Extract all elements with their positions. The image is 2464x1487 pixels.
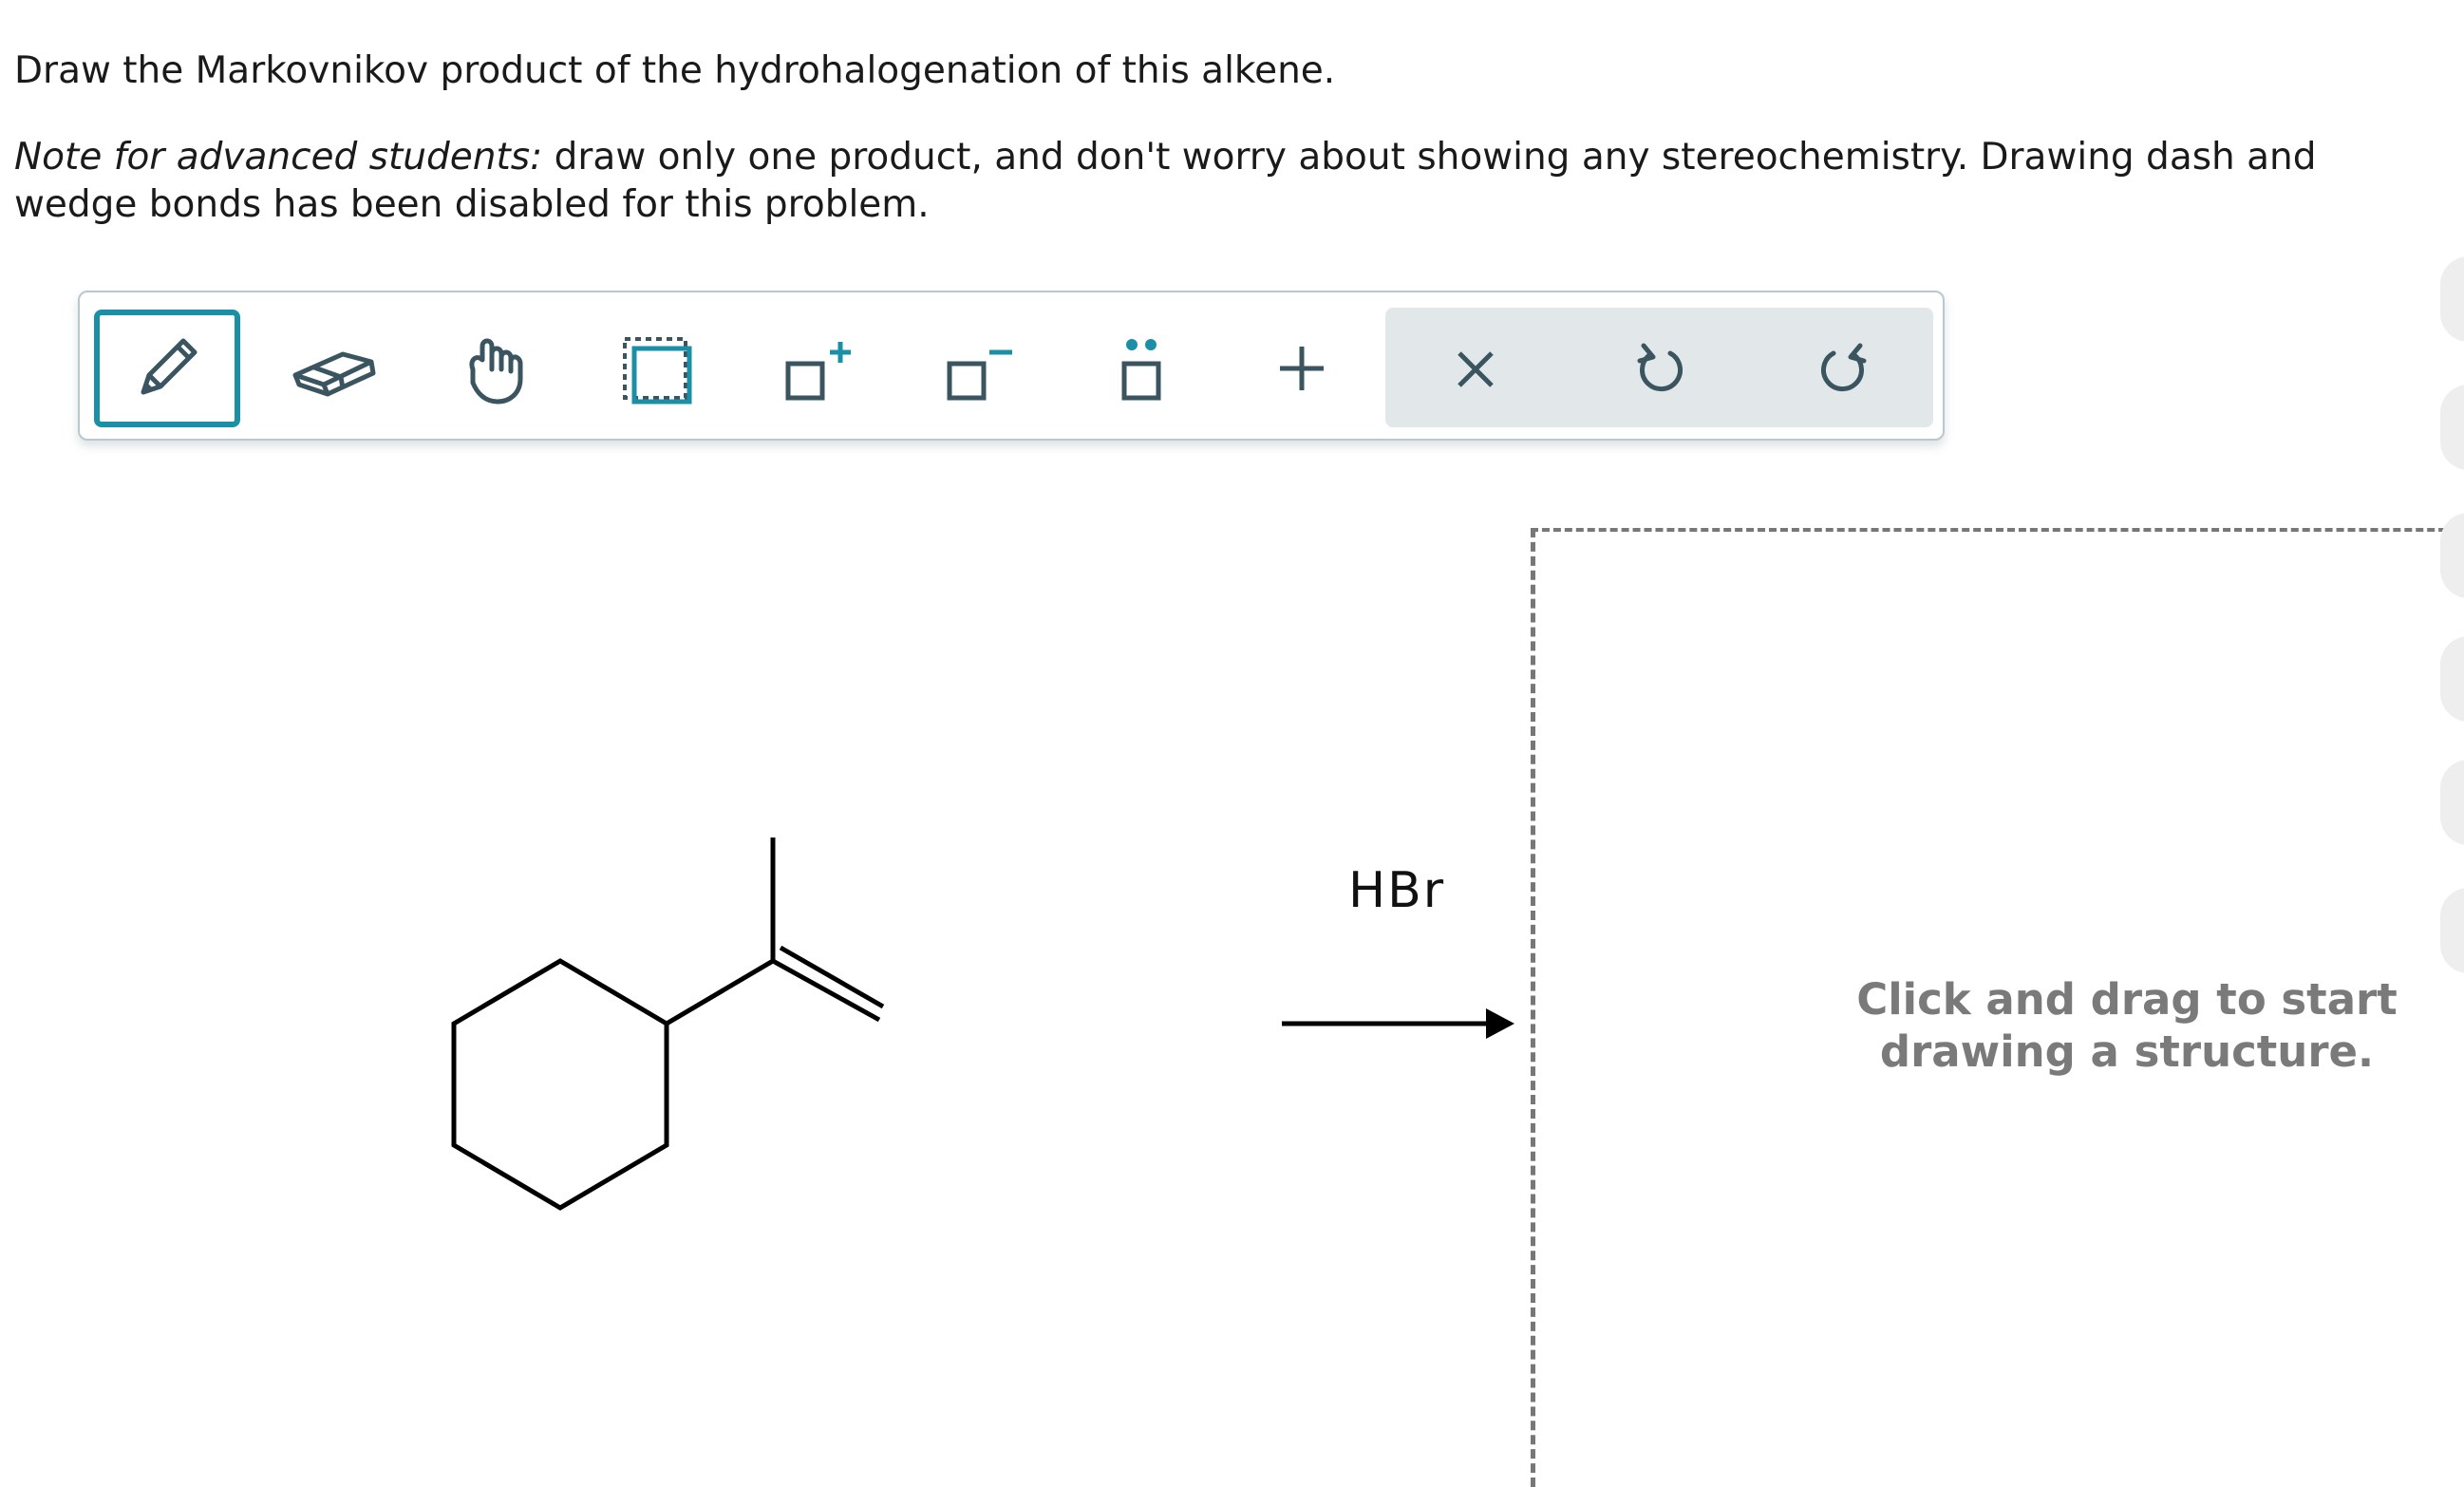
hand-icon [469, 338, 523, 405]
redo-icon [1821, 343, 1867, 392]
negative-charge-icon [947, 349, 1012, 401]
alkene-structure [451, 838, 885, 1211]
plus-icon [1280, 347, 1324, 390]
side-panel-tab[interactable] [2440, 385, 2464, 470]
plus-tool-button[interactable] [1229, 310, 1375, 427]
pencil-tool-button[interactable] [94, 310, 240, 427]
advanced-note: Note for advanced students: draw only on… [14, 134, 2445, 229]
redo-button[interactable] [1771, 309, 1917, 426]
question-prompt: Draw the Markovnikov product of the hydr… [14, 49, 1336, 92]
canvas-hint: Click and drag to start drawing a struct… [1856, 974, 2398, 1077]
undo-button[interactable] [1587, 309, 1733, 426]
select-tool-button[interactable] [583, 310, 729, 427]
action-button-group [1385, 308, 1933, 427]
positive-charge-tool-button[interactable] [744, 310, 891, 427]
eraser-icon [292, 351, 376, 397]
reagent-label: HBr [1348, 862, 1446, 919]
pencil-icon [141, 338, 197, 395]
side-panel-tab[interactable] [2440, 256, 2464, 342]
hand-tool-button[interactable] [422, 310, 568, 427]
advanced-note-label: Note for advanced students: [14, 136, 543, 179]
select-icon [623, 337, 692, 405]
close-icon [1458, 351, 1494, 387]
negative-charge-tool-button[interactable] [906, 310, 1052, 427]
positive-charge-icon [785, 342, 851, 401]
lone-pair-tool-button[interactable] [1067, 310, 1213, 427]
drawing-toolbar [78, 291, 1945, 441]
reaction-arrow [1282, 1008, 1514, 1039]
reaction-scheme [451, 838, 1514, 1211]
lone-pair-icon [1121, 339, 1161, 401]
clear-button[interactable] [1402, 309, 1549, 426]
undo-icon [1637, 343, 1683, 392]
eraser-tool-button[interactable] [260, 310, 406, 427]
